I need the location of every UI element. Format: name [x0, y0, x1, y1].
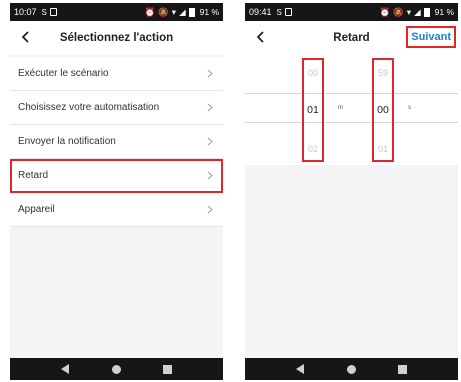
nav-home-button[interactable] — [109, 361, 125, 377]
s-app-icon: S — [276, 7, 282, 17]
nav-home-icon — [112, 364, 121, 374]
app-header: Retard Suivant — [245, 21, 458, 55]
seconds-prev-value: 59 — [377, 68, 388, 78]
s-app-icon: S — [41, 7, 47, 17]
seconds-next-value: 01 — [377, 144, 388, 154]
wifi-icon: ▾ — [171, 6, 177, 17]
selection-line-bottom — [245, 122, 458, 123]
phone-right-screen: 09:41 S ⏰ 🔕 ▾ ◢ 91 % Retard Suivant 00 0… — [245, 3, 458, 380]
chevron-right-icon — [205, 205, 215, 215]
seconds-wheel[interactable]: 59 00 01 — [372, 58, 394, 162]
system-nav-bar — [245, 358, 458, 380]
nav-home-button[interactable] — [344, 361, 360, 377]
minutes-wheel[interactable]: 00 01 02 — [302, 58, 324, 162]
action-device[interactable]: Appareil — [10, 193, 223, 227]
action-choose-automation[interactable]: Choisissez votre automatisation — [10, 91, 223, 125]
page-title: Sélectionnez l'action — [59, 32, 174, 44]
nav-back-icon — [61, 364, 69, 374]
action-label: Choisissez votre automatisation — [18, 102, 160, 113]
signal-icon: ◢ — [414, 6, 421, 17]
system-nav-bar — [10, 358, 223, 380]
nav-home-icon — [347, 364, 356, 374]
back-button[interactable] — [251, 27, 271, 47]
next-button[interactable]: Suivant — [406, 26, 456, 48]
selection-line-top — [245, 93, 458, 94]
chevron-right-icon — [205, 69, 215, 79]
battery-level: 91 % — [199, 7, 219, 17]
battery-icon — [423, 7, 430, 17]
back-icon — [21, 31, 29, 43]
mute-icon: 🔕 — [158, 6, 169, 17]
nav-back-button[interactable] — [58, 361, 74, 377]
status-time: 09:41 — [249, 7, 272, 17]
back-button[interactable] — [16, 27, 36, 47]
minutes-current-value: 01 — [307, 104, 319, 116]
action-label: Retard — [18, 170, 49, 181]
nav-recents-icon — [398, 364, 407, 374]
alarm-icon: ⏰ — [144, 6, 156, 17]
chevron-right-icon — [205, 171, 215, 181]
chevron-right-icon — [205, 103, 215, 113]
action-run-scenario[interactable]: Exécuter le scénario — [10, 57, 223, 91]
seconds-unit: s — [408, 105, 411, 111]
action-label: Envoyer la notification — [18, 136, 116, 147]
action-label: Appareil — [18, 204, 55, 215]
seconds-current-value: 00 — [377, 104, 389, 116]
app-header: Sélectionnez l'action — [10, 21, 223, 55]
minutes-unit: m — [338, 105, 343, 111]
image-notification-icon — [284, 8, 292, 16]
minutes-next-value: 02 — [307, 144, 318, 154]
wifi-icon: ▾ — [406, 6, 412, 17]
nav-back-button[interactable] — [293, 361, 309, 377]
battery-level: 91 % — [434, 7, 454, 17]
alarm-icon: ⏰ — [379, 6, 391, 17]
action-send-notification[interactable]: Envoyer la notification — [10, 125, 223, 159]
action-list: Exécuter le scénario Choisissez votre au… — [10, 57, 223, 227]
mute-icon: 🔕 — [393, 6, 404, 17]
action-delay[interactable]: Retard — [10, 159, 223, 193]
nav-recents-button[interactable] — [395, 361, 411, 377]
back-icon — [256, 31, 264, 43]
status-bar: 10:07 S ⏰ 🔕 ▾ ◢ 91 % — [10, 3, 223, 21]
nav-back-icon — [296, 364, 304, 374]
phone-left-screen: 10:07 S ⏰ 🔕 ▾ ◢ 91 % Sélectionnez l'acti… — [10, 3, 223, 380]
status-time: 10:07 — [14, 7, 37, 17]
status-bar: 09:41 S ⏰ 🔕 ▾ ◢ 91 % — [245, 3, 458, 21]
signal-icon: ◢ — [179, 6, 186, 17]
nav-recents-icon — [163, 364, 172, 374]
chevron-right-icon — [205, 137, 215, 147]
battery-icon — [188, 7, 195, 17]
delay-picker: 00 01 02 m 59 00 01 s — [245, 55, 458, 165]
nav-recents-button[interactable] — [160, 361, 176, 377]
page-title: Retard — [333, 32, 370, 44]
action-label: Exécuter le scénario — [18, 68, 109, 79]
image-notification-icon — [49, 8, 57, 16]
minutes-prev-value: 00 — [307, 68, 318, 78]
